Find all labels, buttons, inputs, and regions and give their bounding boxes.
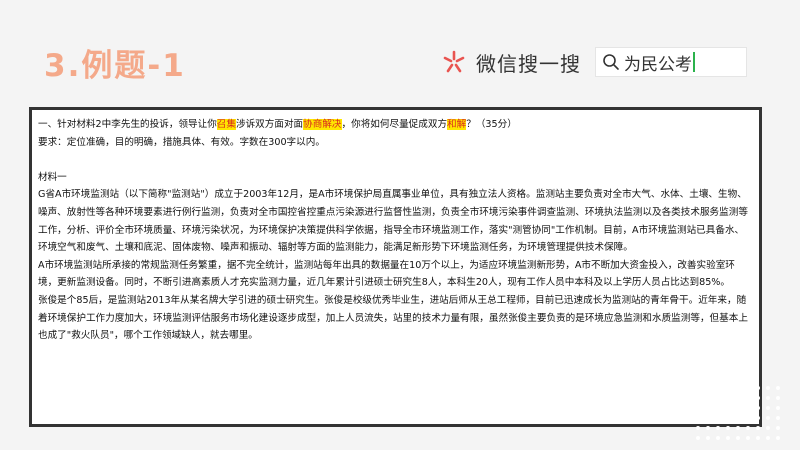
material-paragraph: G省A市环境监测站（以下简称"监测站"）成立于2003年12月，是A市环境保护局…: [38, 189, 748, 254]
question-content-box: 一、针对材料2中李先生的投诉，领导让你召集涉诉双方面对面协商解决，你将如何尽量促…: [29, 107, 762, 427]
wechat-search-banner: 微信搜一搜 为民公考: [428, 38, 768, 86]
highlight-keyword: 协商解决: [303, 119, 342, 130]
material-paragraph: 张俊是个85后，是监测站2013年从某名牌大学引进的硕士研究生。张俊是校级优秀毕…: [38, 294, 748, 342]
search-query-text[interactable]: 为民公考: [624, 50, 692, 75]
question-text-part: ，你将如何尽量促成双方: [341, 119, 448, 130]
slide-title: 3.例题-1: [44, 48, 186, 84]
search-box[interactable]: 为民公考: [595, 47, 747, 77]
requirement-line: 要求：定位准确，目的明确，措施具体、有效。字数在300字以内。: [38, 136, 325, 148]
question-line: 一、针对材料2中李先生的投诉，领导让你召集涉诉双方面对面协商解决，你将如何尽量促…: [38, 116, 753, 134]
wechat-search-label: 微信搜一搜: [476, 51, 581, 76]
search-icon: [603, 54, 619, 70]
decorative-dot-grid: [696, 386, 780, 440]
material-heading: 材料一: [38, 171, 67, 183]
question-text-part: 涉诉双方面对面: [235, 119, 304, 130]
question-text-part: ？（35分）: [466, 119, 517, 130]
question-text-part: 一、针对材料2中李先生的投诉，领导让你: [38, 119, 217, 130]
material-paragraph: A市环境监测站所承接的常规监测任务繁重，据不完全统计，监测站每年出具的数据量在1…: [38, 259, 735, 289]
highlight-keyword: 和解: [447, 119, 467, 130]
text-cursor: [693, 52, 695, 72]
highlight-keyword: 召集: [216, 119, 236, 130]
wechat-search-logo-icon: [443, 50, 465, 73]
